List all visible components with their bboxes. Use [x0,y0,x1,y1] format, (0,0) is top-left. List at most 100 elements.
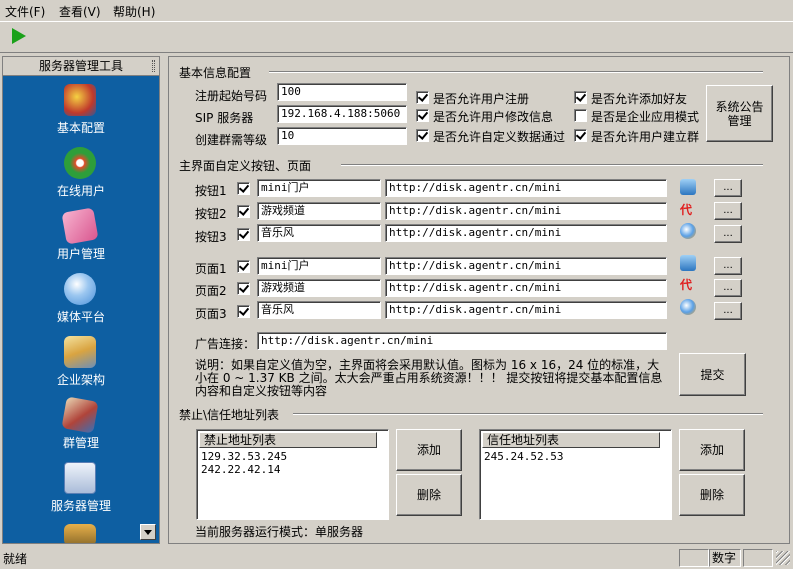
button2-enable-checkbox[interactable] [237,205,250,218]
trusted-list-header[interactable]: 信任地址列表 [482,432,660,448]
trusted-address-list[interactable]: 信任地址列表 245.24.52.53 [479,429,672,520]
trusted-add-button[interactable]: 添加 [679,429,745,471]
page3-enable-checkbox[interactable] [237,305,250,318]
menu-help[interactable]: 帮助(H) [113,3,155,20]
status-pane-empty [679,549,709,567]
menu-bar: 文件(F) 查看(V) 帮助(H) [0,0,793,21]
sidebar-item-more[interactable] [3,521,159,543]
group-management-icon [61,396,99,434]
button2-label: 按钮2 [195,207,227,221]
sidebar-item-label: 基本配置 [56,121,105,135]
reg-start-label: 注册起始号码 [195,89,268,103]
button2-name-input[interactable]: 游戏频道 [257,202,381,220]
custom-note-text: 说明：如果自定义值为空，主界面将会采用默认值。图标为 16 x 16，24 位的… [195,358,663,398]
page2-url-input[interactable]: http://disk.agentr.cn/mini [385,279,667,297]
page2-enable-checkbox[interactable] [237,282,250,295]
sidebar-item-basic-config[interactable]: 基本配置 [3,80,159,143]
page2-browse-button[interactable]: ... [714,279,742,297]
group-level-input[interactable]: 10 [277,127,407,145]
button3-name-input[interactable]: 音乐风 [257,224,381,242]
sidebar-item-user-management[interactable]: 用户管理 [3,206,159,269]
sidebar-item-label: 企业架构 [56,373,105,387]
sidebar-item-media-platform[interactable]: 媒体平台 [3,269,159,332]
sidebar-item-label: 用户管理 [56,247,105,261]
sidebar-item-label: 群管理 [62,436,99,450]
sidebar: 服务器管理工具 基本配置 在线用户 用户管理 媒体平台 企业架构 群管理 服务器… [2,56,160,544]
menu-file[interactable]: 文件(F) [5,3,45,20]
list-item[interactable]: 129.32.53.245 [201,450,287,463]
sidebar-item-label: 媒体平台 [56,310,105,324]
ad-link-input[interactable]: http://disk.agentr.cn/mini [257,332,667,350]
allow-custom-data-label: 是否允许自定义数据通过 [433,130,566,144]
blocked-delete-button[interactable]: 删除 [396,474,462,516]
resize-grip-icon[interactable] [776,551,790,565]
button1-name-input[interactable]: mini门户 [257,179,381,197]
blocked-address-list[interactable]: 禁止地址列表 129.32.53.245 242.22.42.14 [196,429,389,520]
sip-server-label: SIP 服务器 [195,111,254,125]
music-search-icon [680,223,696,239]
sidebar-nav: 基本配置 在线用户 用户管理 媒体平台 企业架构 群管理 服务器管理 [3,76,159,543]
sidebar-item-enterprise-structure[interactable]: 企业架构 [3,332,159,395]
section-divider [341,164,763,166]
button2-browse-button[interactable]: ... [714,202,742,220]
page3-url-input[interactable]: http://disk.agentr.cn/mini [385,301,667,319]
ad-link-label: 广告连接： [195,337,256,351]
enterprise-mode-checkbox[interactable] [574,109,587,122]
sidebar-item-server-management[interactable]: 服务器管理 [3,458,159,521]
basic-config-icon [64,84,96,116]
button3-browse-button[interactable]: ... [714,225,742,243]
enterprise-mode-label: 是否是企业应用模式 [591,110,700,124]
group-level-label: 创建群需等级 [195,133,268,147]
button1-url-input[interactable]: http://disk.agentr.cn/mini [385,179,667,197]
button3-label: 按钮3 [195,230,227,244]
page1-browse-button[interactable]: ... [714,257,742,275]
start-server-button[interactable] [12,28,26,44]
page1-enable-checkbox[interactable] [237,260,250,273]
ie-icon [680,255,696,271]
more-item-icon [64,524,96,543]
sidebar-title-text: 服务器管理工具 [38,59,123,73]
submit-button[interactable]: 提交 [679,353,746,396]
button3-url-input[interactable]: http://disk.agentr.cn/mini [385,224,667,242]
announce-management-button[interactable]: 系统公告管理 [706,85,773,142]
allow-custom-data-checkbox[interactable] [416,129,429,142]
toolbar [0,21,793,53]
sidebar-scroll-down-button[interactable] [140,524,156,540]
trusted-delete-button[interactable]: 删除 [679,474,745,516]
blocked-list-header[interactable]: 禁止地址列表 [199,432,377,448]
reg-start-input[interactable]: 100 [277,83,407,101]
page3-browse-button[interactable]: ... [714,302,742,320]
online-users-icon [64,147,96,179]
ie-icon [680,179,696,195]
blocked-add-button[interactable]: 添加 [396,429,462,471]
button1-enable-checkbox[interactable] [237,182,250,195]
server-mode-text: 当前服务器运行模式：单服务器 [195,525,364,539]
allow-add-friend-checkbox[interactable] [574,91,587,104]
sidebar-item-label: 服务器管理 [50,499,111,513]
allow-create-group-checkbox[interactable] [574,129,587,142]
button1-browse-button[interactable]: ... [714,179,742,197]
list-item[interactable]: 242.22.42.14 [201,463,280,476]
list-item[interactable]: 245.24.52.53 [484,450,563,463]
status-ready-text: 就绪 [3,552,28,566]
custom-section-title: 主界面自定义按钮、页面 [179,159,312,173]
page3-label: 页面3 [195,307,227,321]
sidebar-title: 服务器管理工具 [3,57,159,76]
page1-url-input[interactable]: http://disk.agentr.cn/mini [385,257,667,275]
page2-name-input[interactable]: 游戏频道 [257,279,381,297]
allow-register-label: 是否允许用户注册 [433,92,530,106]
allow-edit-info-checkbox[interactable] [416,109,429,122]
sidebar-item-group-management[interactable]: 群管理 [3,395,159,458]
menu-view[interactable]: 查看(V) [59,3,101,20]
page1-name-input[interactable]: mini门户 [257,257,381,275]
dai-icon: 代 [680,278,693,292]
button3-enable-checkbox[interactable] [237,228,250,241]
page3-name-input[interactable]: 音乐风 [257,301,381,319]
sip-server-input[interactable]: 192.168.4.188:5060 [277,105,407,123]
page1-label: 页面1 [195,262,227,276]
sidebar-grip-icon[interactable] [152,60,155,72]
sidebar-item-online-users[interactable]: 在线用户 [3,143,159,206]
button2-url-input[interactable]: http://disk.agentr.cn/mini [385,202,667,220]
status-pane-scroll [743,549,773,567]
allow-register-checkbox[interactable] [416,91,429,104]
